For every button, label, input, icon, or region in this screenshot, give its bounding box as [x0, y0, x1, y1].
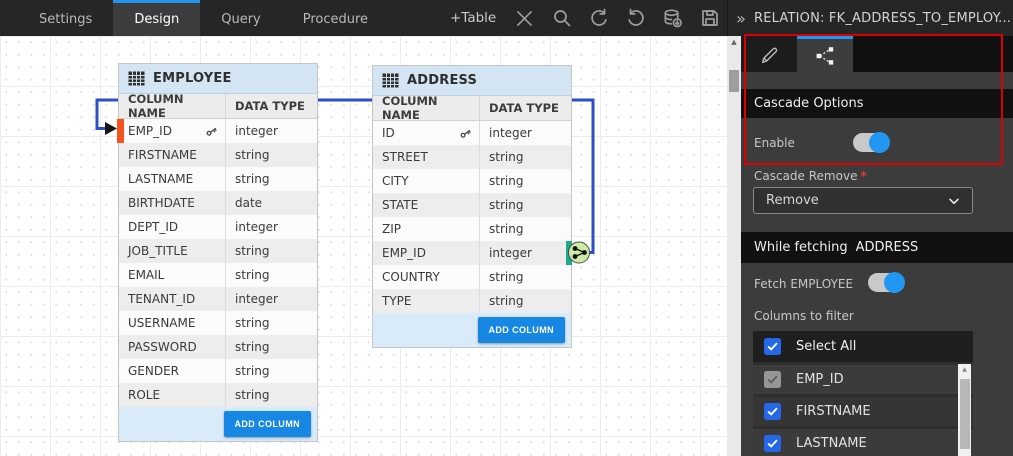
columns-filter-list: Select All EMP_ID FIRSTNAME LASTNAME ▲ [753, 331, 973, 456]
tab-relation[interactable] [797, 36, 853, 72]
column-filter-label: EMP_ID [796, 372, 844, 387]
scrollbar-thumb[interactable] [960, 379, 970, 449]
columns-to-filter-label: Columns to filter [754, 309, 854, 323]
tab-edit[interactable] [741, 36, 797, 72]
cascade-remove-value: Remove [766, 193, 946, 208]
cascade-remove-label: Cascade Remove* [754, 169, 867, 183]
column-filter-row[interactable]: FIRSTNAME [753, 394, 973, 426]
undo-refresh-icon[interactable] [588, 8, 609, 29]
save-icon[interactable] [699, 8, 720, 29]
column-checkbox[interactable] [764, 435, 781, 452]
main-tabs: SettingsDesignQueryProcedure [18, 0, 389, 36]
toggle-knob [869, 132, 890, 153]
main-tab-query[interactable]: Query [200, 0, 282, 36]
fetch-employee-label: Fetch EMPLOYEE [754, 277, 853, 291]
column-filter-row[interactable]: EMP_ID [753, 362, 973, 394]
enable-label: Enable [754, 136, 795, 150]
chevron-down-icon [946, 193, 962, 209]
panel-content: Cascade Options Enable Cascade Remove* R… [741, 36, 1013, 456]
fetch-employee-toggle[interactable] [868, 273, 904, 292]
enable-toggle[interactable] [853, 133, 889, 152]
column-filter-label: FIRSTNAME [796, 404, 871, 419]
add-table-button[interactable]: +Table [450, 10, 498, 26]
panel-title: RELATION: FK_ADDRESS_TO_EMPLOY... [754, 11, 1011, 26]
select-all-label: Select All [796, 339, 856, 354]
diagram-canvas[interactable]: EMPLOYEE COLUMN NAME DATA TYPE EMP_ID in… [0, 36, 727, 456]
column-filter-label: LASTNAME [796, 436, 867, 451]
select-all-row[interactable]: Select All [753, 331, 973, 362]
panel-header: » RELATION: FK_ADDRESS_TO_EMPLOY... [727, 0, 1013, 36]
toolbar-actions: +Table [450, 0, 720, 36]
database-export-icon[interactable] [662, 8, 683, 29]
column-checkbox[interactable] [764, 371, 781, 388]
column-filter-row[interactable]: LASTNAME [753, 426, 973, 456]
main-tab-design[interactable]: Design [113, 0, 200, 36]
list-scrollbar[interactable]: ▲ [958, 364, 971, 456]
scroll-up-icon[interactable]: ▲ [727, 38, 741, 46]
relation-connector-icon[interactable] [569, 242, 590, 263]
column-checkbox[interactable] [764, 403, 781, 420]
panel-tabs-spacer [853, 36, 1013, 72]
relation-arrow-icon [105, 122, 117, 135]
main-tab-settings[interactable]: Settings [18, 0, 113, 36]
cascade-remove-select[interactable]: Remove [753, 187, 973, 214]
scroll-up-icon[interactable]: ▲ [958, 366, 971, 373]
toggle-knob [884, 272, 905, 293]
relation-icon [813, 44, 837, 68]
panel-tabs [741, 36, 1013, 72]
cascade-options-header: Cascade Options [741, 89, 1013, 118]
select-all-checkbox[interactable] [764, 338, 781, 355]
close-icon[interactable] [514, 8, 535, 29]
relation-endpoints [0, 36, 727, 456]
required-marker: * [860, 169, 866, 183]
column-items: EMP_ID FIRSTNAME LASTNAME [753, 362, 973, 456]
relation-properties-panel: ▲ Cascade Options Enable Casc [727, 36, 1013, 456]
panel-scrollbar[interactable]: ▲ [727, 36, 741, 456]
collapse-panel-icon[interactable]: » [728, 9, 754, 28]
top-toolbar: SettingsDesignQueryProcedure +Table » RE… [0, 0, 1013, 36]
search-icon[interactable] [551, 8, 572, 29]
pencil-icon [758, 45, 780, 67]
while-fetching-header: While fetching ADDRESS [741, 232, 1013, 263]
main-tab-procedure[interactable]: Procedure [282, 0, 389, 36]
scrollbar-thumb[interactable] [729, 70, 739, 92]
redo-refresh-icon[interactable] [625, 8, 646, 29]
